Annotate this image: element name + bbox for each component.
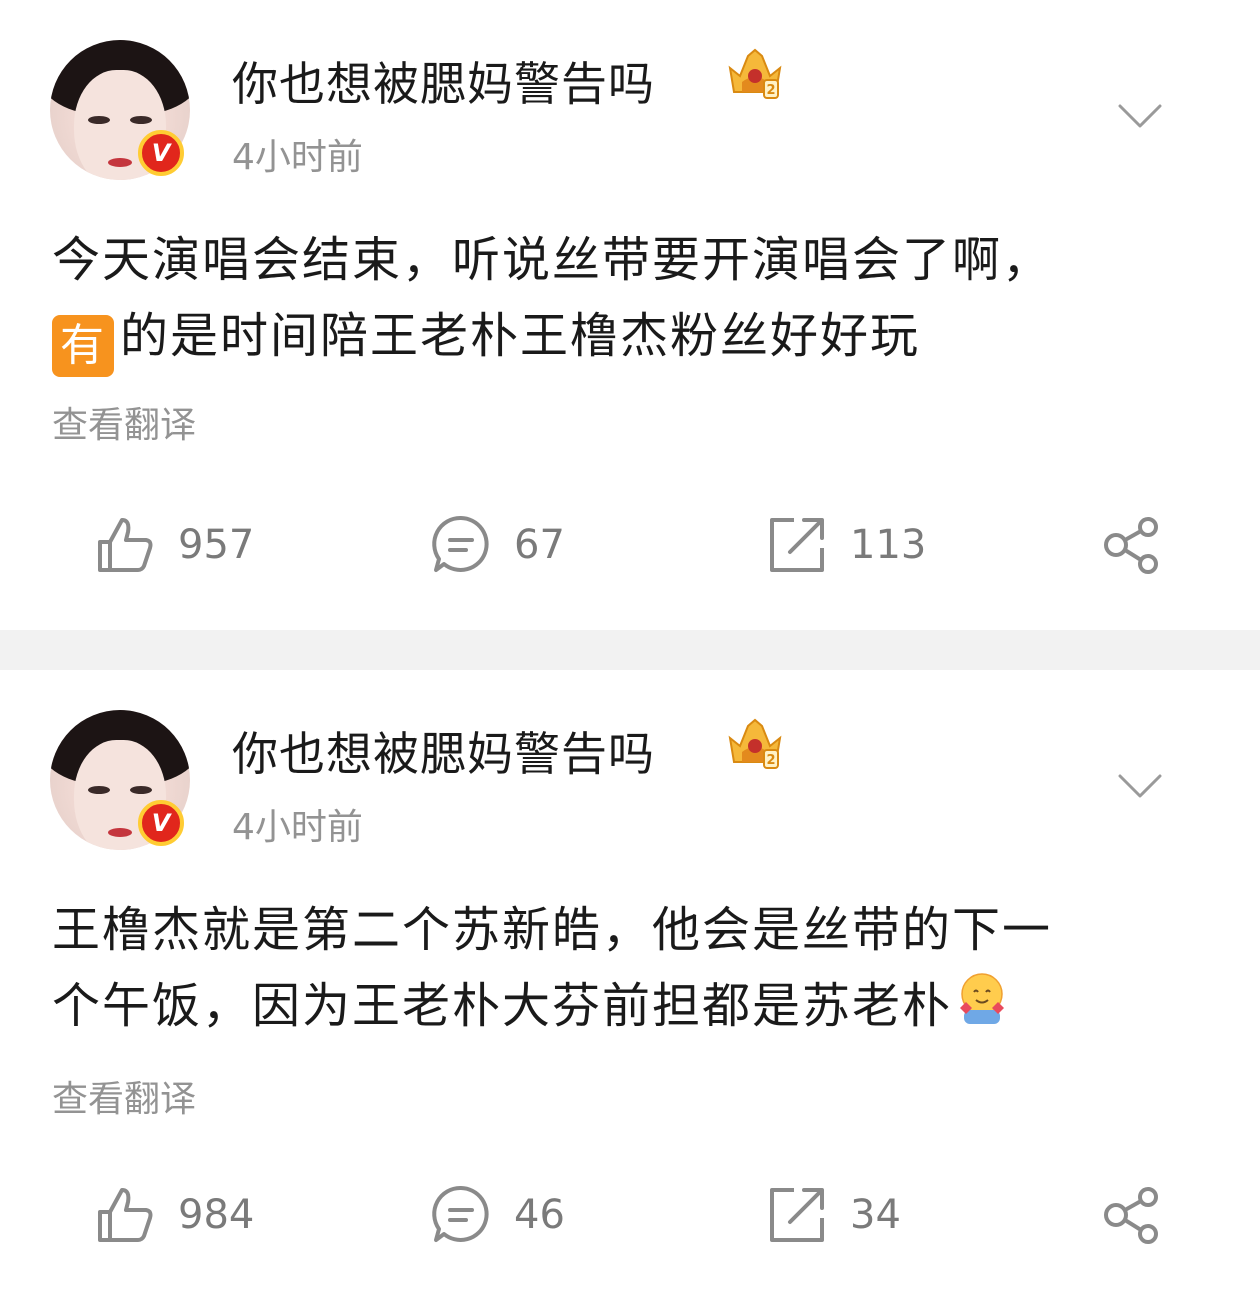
- view-translation-link[interactable]: 查看翻译: [52, 1070, 196, 1122]
- avatar[interactable]: V: [50, 40, 190, 180]
- comment-button[interactable]: 67: [430, 500, 565, 590]
- verified-v-icon: V: [138, 130, 184, 176]
- you-badge-icon: 有: [52, 315, 114, 377]
- like-button[interactable]: 957: [94, 500, 254, 590]
- comment-count: 46: [514, 1192, 565, 1238]
- post-separator: [0, 630, 1260, 670]
- crown-badge-icon[interactable]: 2: [722, 46, 788, 102]
- post-card: V 你也想被腮妈警告吗 2 4小时前 王橹杰就是第二个苏新皓，他会是丝带的下一 …: [0, 670, 1260, 1304]
- username[interactable]: 你也想被腮妈警告吗: [232, 718, 655, 784]
- hugging-face-icon: [960, 973, 1005, 1024]
- chevron-down-icon[interactable]: [1116, 98, 1164, 134]
- svg-text:2: 2: [766, 83, 775, 98]
- repost-button[interactable]: 34: [766, 1170, 901, 1260]
- post-text-line: 王橹杰就是第二个苏新皓，他会是丝带的下一: [52, 902, 1053, 958]
- crown-badge-icon[interactable]: 2: [722, 716, 788, 772]
- post-text-line: 今天演唱会结束，听说丝带要开演唱会了啊，: [52, 232, 1053, 288]
- weibo-feed: V 你也想被腮妈警告吗 2 4小时前 今天演唱会结束，听说丝带要开演唱会了啊， …: [0, 0, 1260, 1304]
- action-bar: 984 46 34: [0, 1170, 1260, 1260]
- action-bar: 957 67 113: [0, 500, 1260, 590]
- chevron-down-icon[interactable]: [1116, 768, 1164, 804]
- post-text-line-rest: 个午饭，因为王老朴大芬前担都是苏老朴: [52, 978, 953, 1034]
- thumbs-up-icon: [98, 518, 153, 572]
- comment-button[interactable]: 46: [430, 1170, 565, 1260]
- share-icon: [1104, 517, 1158, 574]
- svg-text:2: 2: [766, 753, 775, 768]
- share-icon: [1104, 1187, 1158, 1244]
- post-timestamp: 4小时前: [232, 807, 363, 848]
- like-count: 957: [178, 522, 255, 568]
- repost-button[interactable]: 113: [766, 500, 926, 590]
- post-content: 王橹杰就是第二个苏新皓，他会是丝带的下一 个午饭，因为王老朴大芬前担都是苏老朴: [52, 892, 1212, 1044]
- post-timestamp: 4小时前: [232, 137, 363, 178]
- post-text-line: 有的是时间陪王老朴王橹杰粉丝好好玩: [52, 298, 1212, 377]
- repost-icon: [770, 1188, 824, 1242]
- verified-v-icon: V: [138, 800, 184, 846]
- share-button[interactable]: [1100, 500, 1162, 590]
- post-text-line-rest: 的是时间陪王老朴王橹杰粉丝好好玩: [120, 308, 921, 364]
- repost-count: 34: [850, 1192, 901, 1238]
- post-text-line: 个午饭，因为王老朴大芬前担都是苏老朴: [52, 968, 1212, 1044]
- comment-count: 67: [514, 522, 565, 568]
- repost-count: 113: [850, 522, 927, 568]
- thumbs-up-icon: [98, 1188, 153, 1242]
- username[interactable]: 你也想被腮妈警告吗: [232, 48, 655, 114]
- post-card: V 你也想被腮妈警告吗 2 4小时前 今天演唱会结束，听说丝带要开演唱会了啊， …: [0, 0, 1260, 630]
- like-button[interactable]: 984: [94, 1170, 254, 1260]
- share-button[interactable]: [1100, 1170, 1162, 1260]
- like-count: 984: [178, 1192, 255, 1238]
- repost-icon: [770, 518, 824, 572]
- view-translation-link[interactable]: 查看翻译: [52, 396, 196, 448]
- comment-bubble-icon: [432, 515, 489, 572]
- comment-bubble-icon: [432, 1185, 489, 1242]
- avatar[interactable]: V: [50, 710, 190, 850]
- post-content: 今天演唱会结束，听说丝带要开演唱会了啊， 有的是时间陪王老朴王橹杰粉丝好好玩: [52, 222, 1212, 377]
